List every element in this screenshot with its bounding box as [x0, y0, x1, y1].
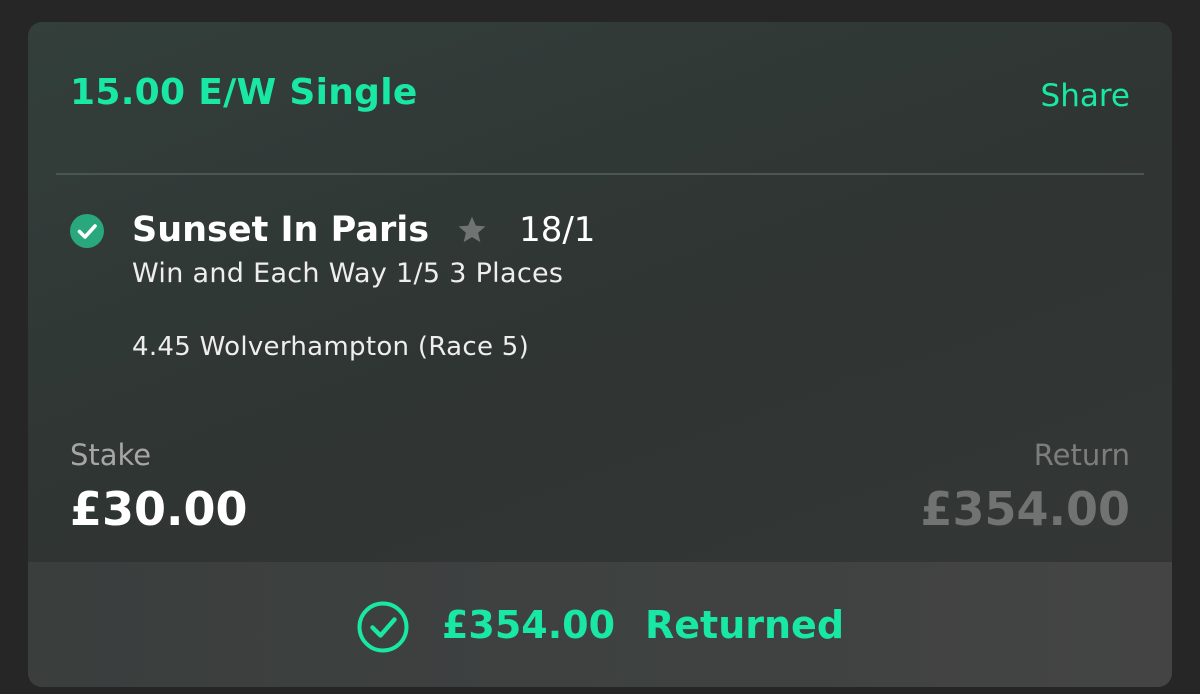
- selection-odds: 18/1: [519, 210, 596, 250]
- stake-label: Stake: [70, 438, 152, 472]
- stake-value: £30.00: [70, 482, 248, 536]
- selection-row: Sunset In Paris 18/1 Win and Each Way 1/…: [28, 202, 1172, 382]
- bet-title: 15.00 E/W Single: [70, 72, 418, 113]
- market-description: Win and Each Way 1/5 3 Places: [132, 258, 564, 289]
- check-circle-outline-icon: [357, 601, 409, 652]
- return-label: Return: [1033, 438, 1130, 472]
- star-icon[interactable]: [455, 213, 489, 247]
- selection-name: Sunset In Paris: [132, 210, 430, 250]
- divider: [56, 173, 1144, 175]
- selection-line: Sunset In Paris 18/1: [132, 208, 595, 252]
- returned-amount: £354.00: [441, 602, 616, 647]
- return-value: £354.00: [920, 482, 1130, 536]
- bet-card: 15.00 E/W Single Share Sunset In Paris 1…: [28, 22, 1172, 687]
- event-name: 4.45 Wolverhampton (Race 5): [132, 332, 530, 362]
- share-button[interactable]: Share: [1041, 78, 1130, 114]
- check-circle-filled-icon: [70, 214, 104, 248]
- returned-label: Returned: [645, 602, 845, 647]
- bet-header: 15.00 E/W Single Share: [28, 22, 1172, 174]
- returned-banner: £354.00 Returned: [28, 562, 1172, 687]
